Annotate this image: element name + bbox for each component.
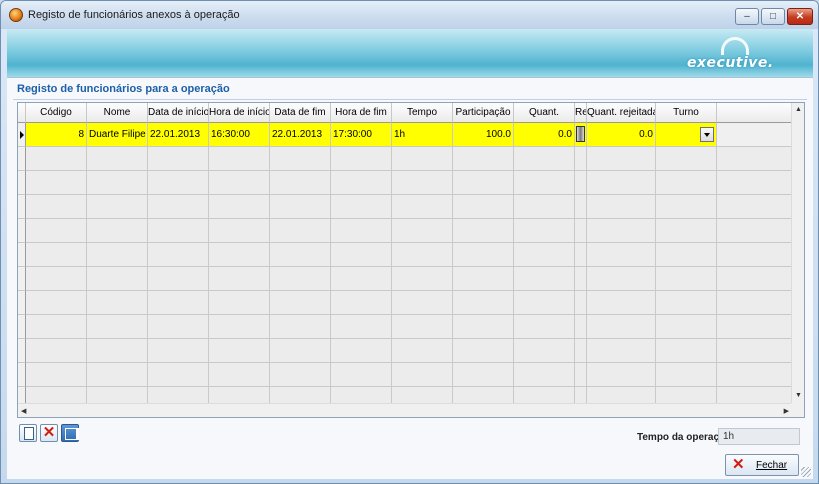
- logo-text: executive.: [687, 55, 774, 71]
- operation-time-field: 1h: [718, 428, 800, 445]
- cell-quant-rejeitada[interactable]: 0.0: [587, 123, 656, 147]
- vertical-scrollbar[interactable]: ▲ ▼: [791, 103, 804, 403]
- empty-row: [18, 171, 792, 195]
- column-header-data-fim[interactable]: Data de fim: [270, 103, 331, 123]
- window-title: Registo de funcionários anexos à operaçã…: [28, 9, 240, 21]
- column-header-filler: [717, 103, 792, 123]
- column-header-rej[interactable]: Rej: [575, 103, 587, 123]
- cell-tempo[interactable]: 1h: [392, 123, 453, 147]
- header-indicator: [18, 103, 26, 123]
- column-header-turno[interactable]: Turno: [656, 103, 717, 123]
- delete-x-icon: ✕: [42, 424, 56, 441]
- cell-participacao[interactable]: 100.0: [453, 123, 514, 147]
- employees-grid[interactable]: Código Nome Data de início Hora de iníci…: [17, 102, 805, 418]
- column-header-nome[interactable]: Nome: [87, 103, 148, 123]
- empty-row: [18, 243, 792, 267]
- scroll-down-icon[interactable]: ▼: [795, 392, 802, 399]
- resize-grip[interactable]: [801, 467, 811, 477]
- scrollbar-corner: [791, 403, 804, 417]
- properties-button[interactable]: [61, 424, 79, 442]
- header-banner: executive.: [7, 29, 813, 77]
- delete-record-button[interactable]: ✕: [40, 424, 58, 442]
- minimize-button[interactable]: –: [735, 8, 759, 25]
- horizontal-scrollbar[interactable]: ◀ ▶: [18, 403, 792, 417]
- close-x-icon: ✕: [732, 456, 745, 473]
- empty-row: [18, 219, 792, 243]
- cell-nome[interactable]: Duarte Filipe Ra: [87, 123, 148, 147]
- section-title: Registo de funcionários para a operação: [17, 83, 230, 95]
- cell-filler: [717, 123, 792, 147]
- new-record-button[interactable]: [19, 424, 37, 442]
- empty-row: [18, 339, 792, 363]
- logo-swoosh-icon: [721, 37, 749, 55]
- close-button[interactable]: ✕ Fechar: [725, 454, 799, 476]
- row-selector-icon: [18, 123, 26, 147]
- scroll-right-icon[interactable]: ▶: [784, 407, 789, 415]
- empty-row: [18, 195, 792, 219]
- empty-row: [18, 387, 792, 411]
- column-header-quant-rejeitada[interactable]: Quant. rejeitada: [587, 103, 656, 123]
- empty-row: [18, 267, 792, 291]
- executive-logo: executive.: [685, 35, 777, 71]
- rejected-checkbox[interactable]: [576, 126, 585, 142]
- column-header-hora-fim[interactable]: Hora de fim: [331, 103, 392, 123]
- cell-quant[interactable]: 0.0: [514, 123, 575, 147]
- cell-data-fim[interactable]: 22.01.2013: [270, 123, 331, 147]
- cell-rej[interactable]: [575, 123, 587, 147]
- turno-dropdown-icon[interactable]: [700, 127, 714, 142]
- cell-hora-inicio[interactable]: 16:30:00: [209, 123, 270, 147]
- cell-codigo[interactable]: 8: [26, 123, 87, 147]
- cell-hora-fim[interactable]: 17:30:00: [331, 123, 392, 147]
- column-header-tempo[interactable]: Tempo: [392, 103, 453, 123]
- close-button-label: Fechar: [756, 460, 788, 471]
- column-header-participacao[interactable]: Participação: [453, 103, 514, 123]
- column-header-codigo[interactable]: Código: [26, 103, 87, 123]
- empty-row: [18, 291, 792, 315]
- scroll-left-icon[interactable]: ◀: [21, 407, 26, 415]
- column-header-hora-inicio[interactable]: Hora de início: [209, 103, 270, 123]
- empty-row: [18, 147, 792, 171]
- section-divider: [13, 99, 807, 100]
- grid-header: Código Nome Data de início Hora de iníci…: [18, 103, 792, 123]
- main-window: Registo de funcionários anexos à operaçã…: [0, 0, 819, 484]
- table-row[interactable]: 8 Duarte Filipe Ra 22.01.2013 16:30:00 2…: [18, 123, 792, 147]
- title-bar: Registo de funcionários anexos à operaçã…: [1, 1, 818, 29]
- empty-row: [18, 315, 792, 339]
- column-header-quant[interactable]: Quant.: [514, 103, 575, 123]
- close-window-button[interactable]: ✕: [787, 8, 813, 25]
- empty-row: [18, 363, 792, 387]
- scroll-up-icon[interactable]: ▲: [795, 106, 802, 113]
- cell-data-inicio[interactable]: 22.01.2013: [148, 123, 209, 147]
- app-icon: [9, 8, 23, 22]
- maximize-button[interactable]: □: [761, 8, 785, 25]
- content-panel: Registo de funcionários para a operação …: [7, 77, 813, 479]
- cell-turno[interactable]: [656, 123, 717, 147]
- column-header-data-inicio[interactable]: Data de início: [148, 103, 209, 123]
